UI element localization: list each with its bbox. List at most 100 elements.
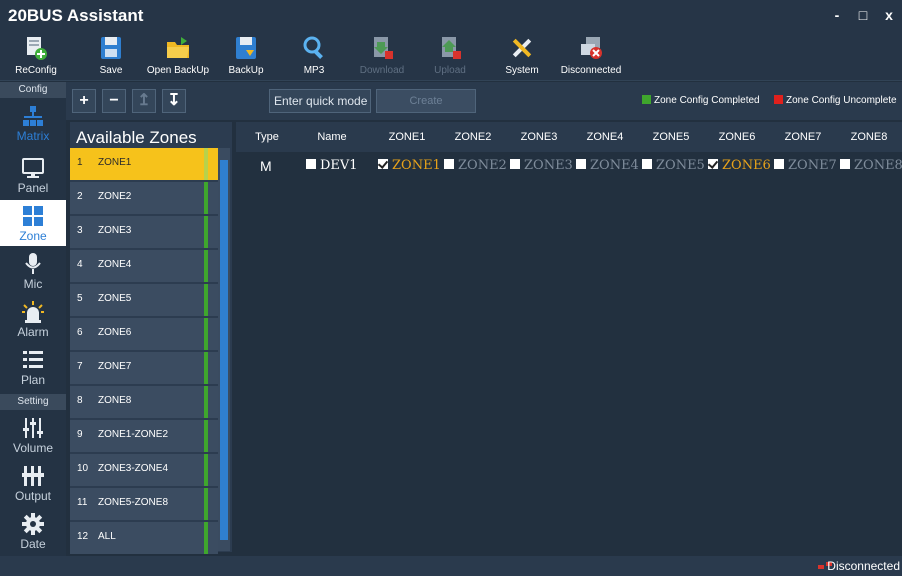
gear-icon xyxy=(22,513,44,535)
tools-icon xyxy=(512,38,532,58)
save-label: Save xyxy=(99,65,123,76)
zone-checkbox-label: ZONE2 xyxy=(458,158,507,173)
zone-checkbox-zone6[interactable]: ZONE6 xyxy=(708,156,771,176)
device-name-checkbox[interactable]: DEV1 xyxy=(306,156,358,176)
move-down-button[interactable]: ↧ xyxy=(162,89,186,113)
zone-number: 3 xyxy=(77,225,83,236)
sidebar-item-mic[interactable]: Mic xyxy=(0,248,66,294)
zone-checkbox-zone4[interactable]: ZONE4 xyxy=(576,156,639,176)
zone-number: 11 xyxy=(77,497,88,508)
zone-number: 7 xyxy=(77,361,83,372)
open-backup-button[interactable]: Open BackUp xyxy=(144,31,212,81)
zone-name: ZONE7 xyxy=(98,361,132,372)
upload-button[interactable]: Upload xyxy=(430,31,470,81)
zone-icon xyxy=(23,206,43,226)
title-bar: 20BUS Assistant - □ x xyxy=(0,0,902,31)
zone-list-item[interactable]: 2 ZONE2 xyxy=(70,182,218,214)
zone-list-item[interactable]: 11 ZONE5-ZONE8 xyxy=(70,488,218,520)
zone-list-item[interactable]: 4 ZONE4 xyxy=(70,250,218,282)
maximize-button[interactable]: □ xyxy=(850,4,876,26)
zone-number: 6 xyxy=(77,327,83,338)
create-button[interactable]: Create xyxy=(376,89,476,113)
sidebar-item-panel[interactable]: Panel xyxy=(0,152,66,198)
zone-list-item[interactable]: 3 ZONE3 xyxy=(70,216,218,248)
zone-name: ZONE6 xyxy=(98,327,132,338)
backup-button[interactable]: BackUp xyxy=(224,31,268,81)
save-icon xyxy=(101,37,121,59)
zone-checkbox-zone2[interactable]: ZONE2 xyxy=(444,156,507,176)
alarm-icon xyxy=(22,301,44,323)
sidebar-item-matrix[interactable]: Matrix xyxy=(0,100,66,146)
zone-list-item[interactable]: 9 ZONE1-ZONE2 xyxy=(70,420,218,452)
column-header-zone6: ZONE6 xyxy=(718,131,756,143)
sidebar-item-zone[interactable]: Zone xyxy=(0,200,66,246)
open-folder-icon xyxy=(167,37,189,58)
close-button[interactable]: x xyxy=(876,4,902,26)
available-zones-panel: Available Zones 1 ZONE1 2 ZONE2 3 ZONE3 4 ZO… xyxy=(70,122,232,554)
zone-list-scrollbar[interactable] xyxy=(218,148,230,551)
zone-checkbox-label: ZONE6 xyxy=(722,158,771,173)
sidebar-label-matrix: Matrix xyxy=(16,129,50,143)
zone-list-item[interactable]: 5 ZONE5 xyxy=(70,284,218,316)
zone-list-item[interactable]: 10 ZONE3-ZONE4 xyxy=(70,454,218,486)
system-button[interactable]: System xyxy=(500,31,544,81)
zone-status-bar xyxy=(204,318,208,350)
output-icon xyxy=(22,466,44,486)
add-zone-button[interactable]: + xyxy=(72,89,96,113)
checkbox-icon xyxy=(444,159,454,169)
remove-zone-button[interactable]: − xyxy=(102,89,126,113)
zone-list-item[interactable]: 8 ZONE8 xyxy=(70,386,218,418)
zone-number: 10 xyxy=(77,463,89,474)
connection-button[interactable]: Disconnected xyxy=(556,31,626,81)
zone-checkbox-zone5[interactable]: ZONE5 xyxy=(642,156,705,176)
move-up-button[interactable]: ↥ xyxy=(132,89,156,113)
zone-checkbox-label: ZONE3 xyxy=(524,158,573,173)
status-bar: Disconnected xyxy=(0,556,902,576)
zone-checkbox-zone3[interactable]: ZONE3 xyxy=(510,156,573,176)
sidebar-item-plan[interactable]: Plan xyxy=(0,344,66,390)
minimize-button[interactable]: - xyxy=(824,4,850,26)
zone-checkbox-zone8[interactable]: ZONE8 xyxy=(840,156,902,176)
checkbox-icon xyxy=(306,159,316,169)
sidebar-item-output[interactable]: Output xyxy=(0,460,66,506)
zone-list-item[interactable]: 12 ALL xyxy=(70,522,218,554)
matrix-header-row: Type Name ZONE1 ZONE2 ZONE3 ZONE4 ZONE5 … xyxy=(236,122,902,152)
sidebar-item-date[interactable]: Date xyxy=(0,508,66,554)
zone-name: ZONE1 xyxy=(98,157,132,168)
save-button[interactable]: Save xyxy=(93,31,129,81)
mp3-button[interactable]: MP3 xyxy=(296,31,332,81)
mp3-label: MP3 xyxy=(303,65,325,76)
available-zones-title: Available Zones xyxy=(76,128,197,147)
plan-list-icon xyxy=(23,351,43,368)
column-header-zone1: ZONE1 xyxy=(388,131,426,143)
uncomplete-color-swatch xyxy=(774,95,783,104)
sidebar-label-volume: Volume xyxy=(12,441,54,455)
zone-status-bar xyxy=(204,488,208,520)
zone-checkbox-zone1[interactable]: ZONE1 xyxy=(378,156,441,176)
sidebar-item-alarm[interactable]: Alarm xyxy=(0,296,66,342)
zone-name: ZONE3 xyxy=(98,225,132,236)
scrollbar-thumb[interactable] xyxy=(220,160,228,540)
zone-name: ZONE3-ZONE4 xyxy=(98,463,169,474)
quick-mode-input[interactable]: Enter quick mode xyxy=(269,89,371,113)
upload-label: Upload xyxy=(434,65,466,76)
zone-checkbox-label: ZONE1 xyxy=(392,158,441,173)
sidebar-item-volume[interactable]: Volume xyxy=(0,412,66,458)
zone-matrix-table: Type Name ZONE1 ZONE2 ZONE3 ZONE4 ZONE5 … xyxy=(236,122,902,552)
zone-list-item[interactable]: 1 ZONE1 xyxy=(70,148,218,180)
checkbox-icon xyxy=(774,159,784,169)
matrix-icon xyxy=(23,106,43,126)
zone-checkbox-zone7[interactable]: ZONE7 xyxy=(774,156,837,176)
checkbox-icon xyxy=(576,159,586,169)
column-header-type: Type xyxy=(255,131,279,143)
column-header-zone2: ZONE2 xyxy=(454,131,492,143)
column-header-name: Name xyxy=(317,131,347,143)
reconfig-button[interactable]: ReConfig xyxy=(14,31,58,81)
zone-list-item[interactable]: 7 ZONE7 xyxy=(70,352,218,384)
zone-list-item[interactable]: 6 ZONE6 xyxy=(70,318,218,350)
download-button[interactable]: Download xyxy=(356,31,408,81)
setting-section-header: Setting xyxy=(0,394,66,410)
sidebar-label-zone: Zone xyxy=(19,229,47,243)
column-header-zone7: ZONE7 xyxy=(784,131,822,143)
zone-name: ZONE4 xyxy=(98,259,132,270)
